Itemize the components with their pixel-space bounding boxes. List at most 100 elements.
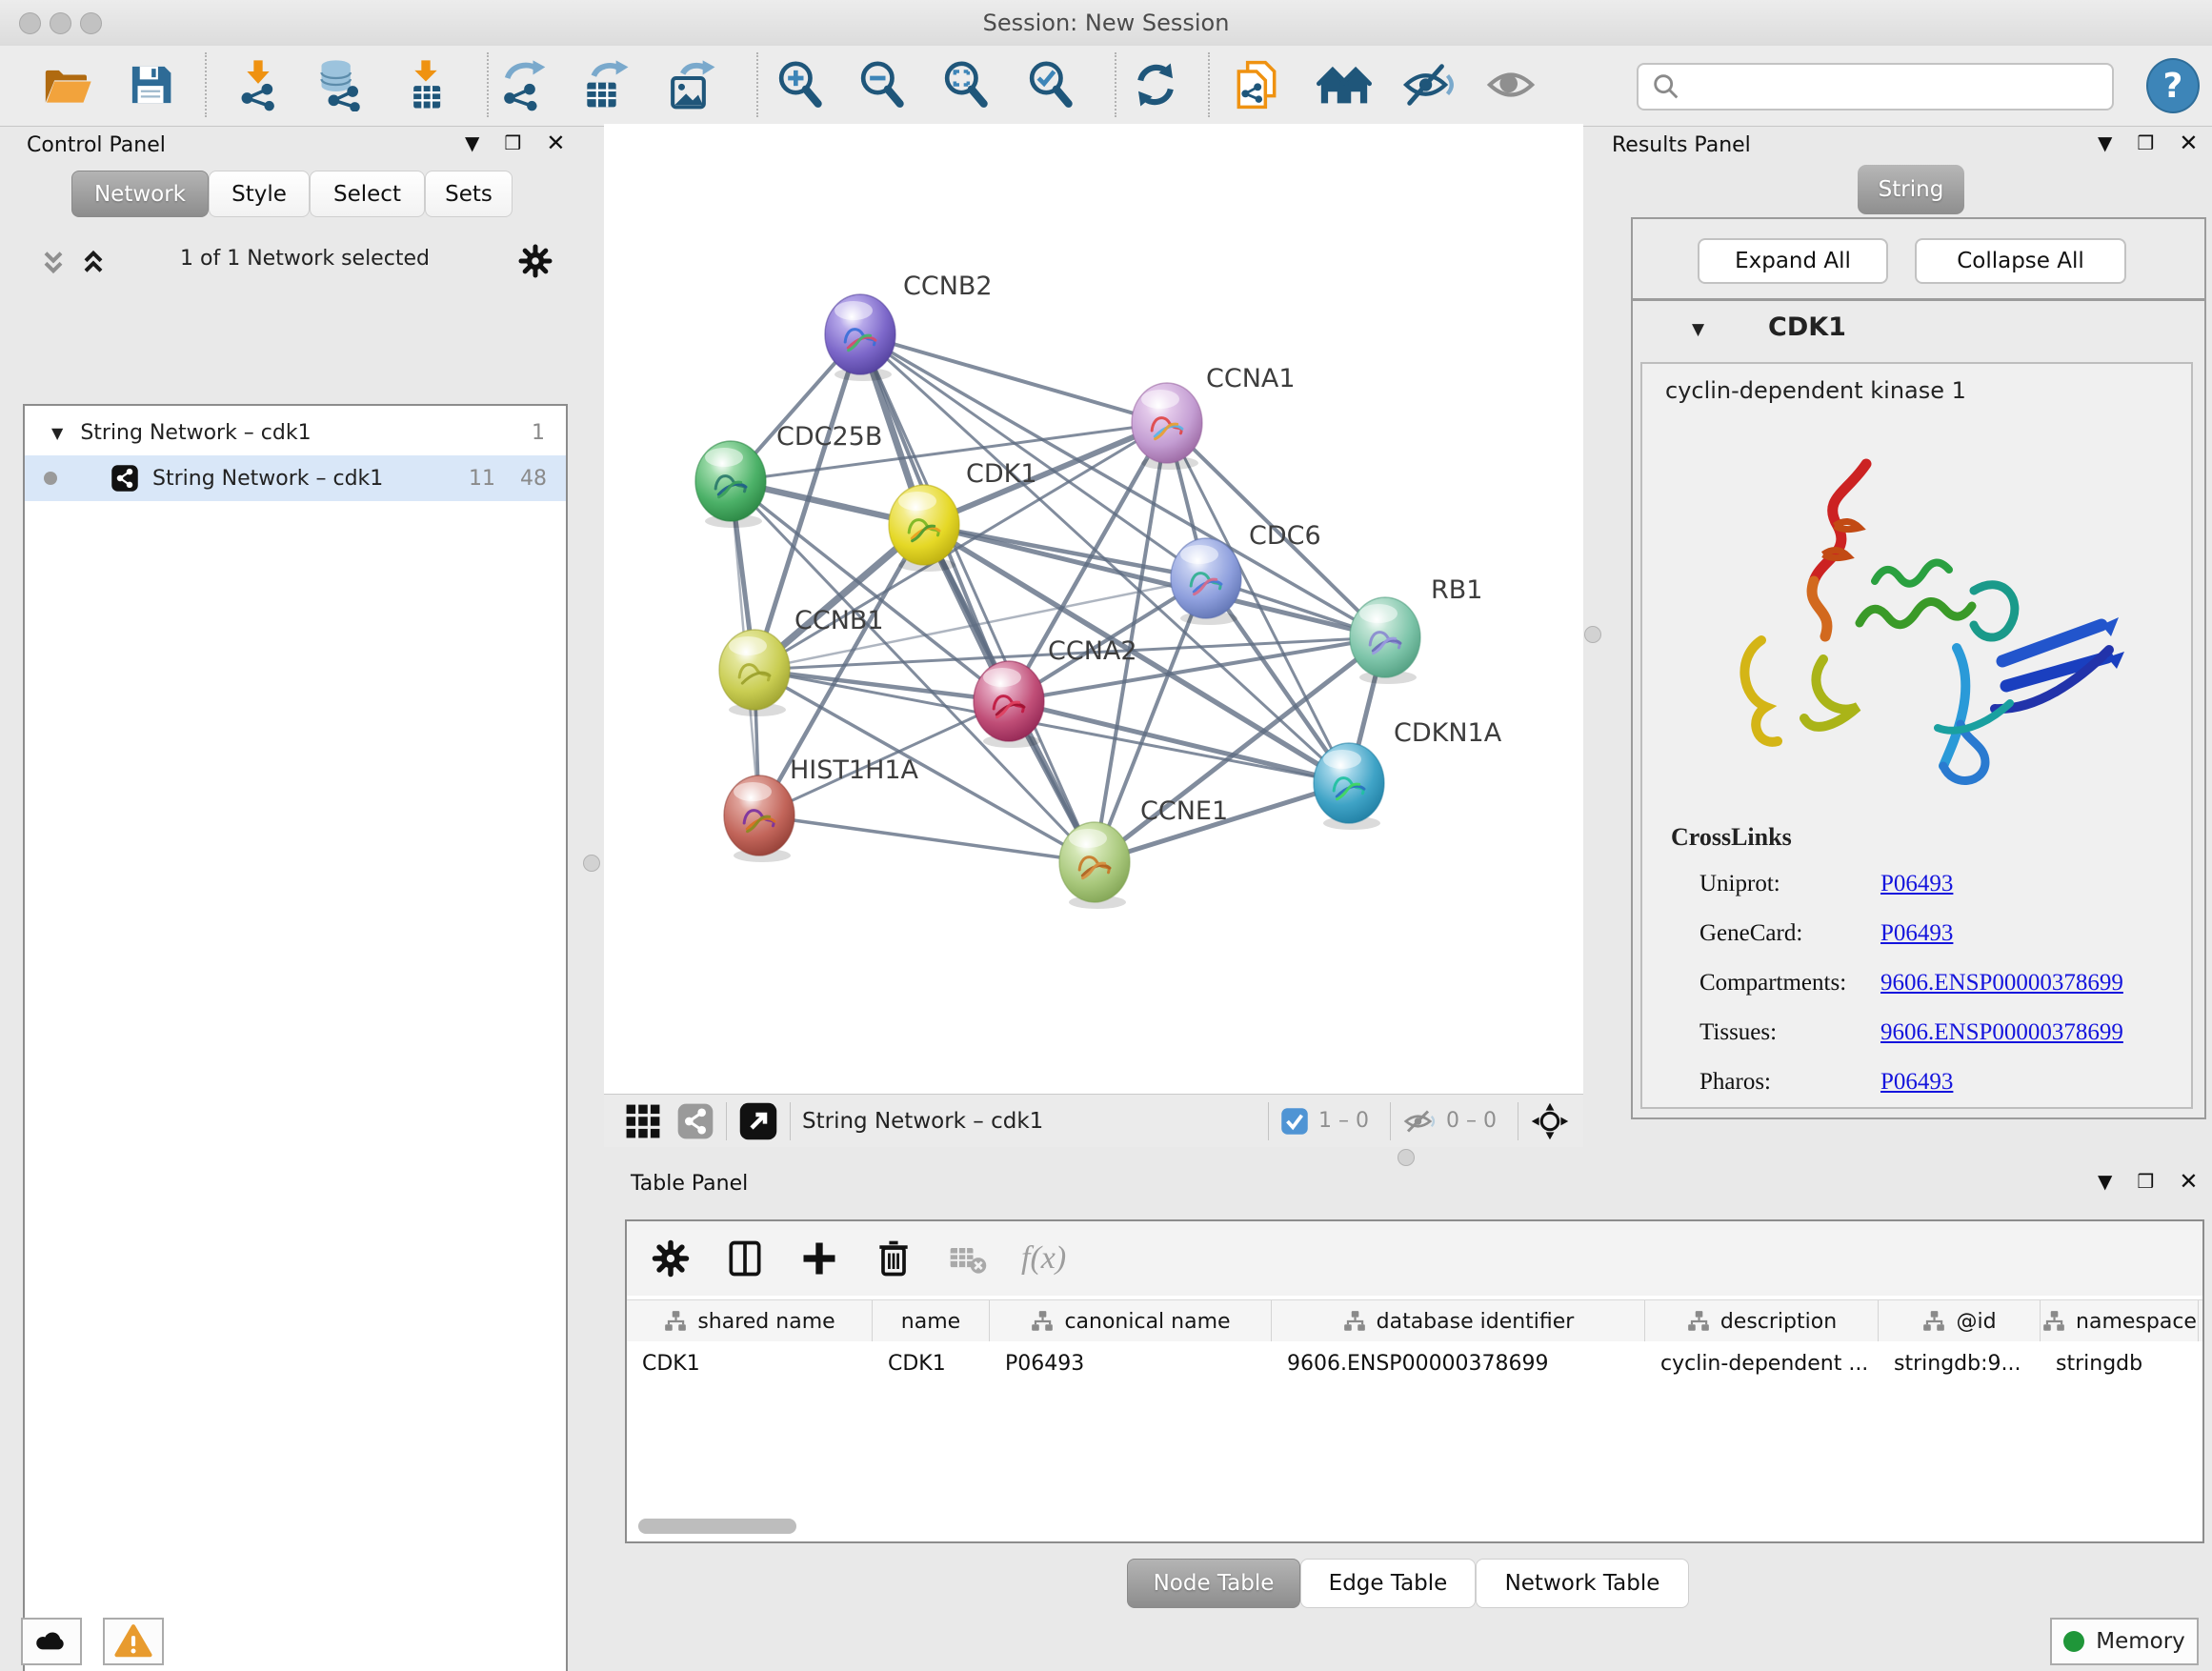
network-collection-row[interactable]: ▼ String Network – cdk1 1 [25,410,566,455]
string-app-icon[interactable] [676,1102,714,1140]
open-session-button[interactable] [35,53,98,116]
collection-expander-icon[interactable]: ▼ [51,424,63,442]
tab-edge-table[interactable]: Edge Table [1300,1559,1476,1608]
search-input[interactable] [1690,68,2112,106]
edge-CCNB1-CCNA2[interactable] [754,670,1009,701]
export-table-button[interactable] [573,53,636,116]
table-row[interactable]: CDK1CDK1P064939606.ENSP00000378699cyclin… [627,1341,2202,1385]
apply-layout-button[interactable] [1124,53,1187,116]
panel-close-icon[interactable]: ✕ [2179,133,2198,152]
tab-node-table[interactable]: Node Table [1127,1559,1300,1608]
hide-selected-button[interactable] [1397,53,1459,116]
copy-documents-icon [1230,58,1283,111]
cloud-status-button[interactable] [21,1618,82,1665]
panel-menu-icon[interactable]: ▼ [2098,1172,2112,1191]
column-label: @id [1956,1310,1996,1334]
zoom-fit-button[interactable] [935,53,997,116]
table-container: f(x) shared namenamecanonical namedataba… [625,1219,2204,1543]
column-header-shared-name[interactable]: shared name [627,1300,873,1342]
column-header--id[interactable]: @id [1879,1300,2041,1342]
column-header-database-identifier[interactable]: database identifier [1272,1300,1645,1342]
table-cell-database-identifier[interactable]: 9606.ENSP00000378699 [1272,1341,1645,1385]
zoom-in-button[interactable] [769,53,832,116]
import-network-button[interactable] [227,53,290,116]
edge-HIST1H1A-CCNE1[interactable] [759,815,1095,862]
tab-select[interactable]: Select [310,171,425,217]
crosslink-label-uniprot-: Uniprot: [1699,871,1880,897]
crosslink-value-tissues-[interactable]: 9606.ENSP00000378699 [1880,1019,2123,1046]
tab-network-table[interactable]: Network Table [1476,1559,1689,1608]
crosslink-value-compartments-[interactable]: 9606.ENSP00000378699 [1880,970,2123,997]
control-panel: Control Panel ▼ ❒ ✕ NetworkStyleSelectSe… [0,126,575,1593]
protein-structure-image [1671,421,2166,821]
fit-selected-crosshair-icon[interactable] [1530,1101,1570,1141]
protein-expander-icon[interactable]: ▼ [1692,320,1704,339]
panel-float-icon[interactable]: ❒ [2137,133,2154,152]
table-cell-description[interactable]: cyclin-dependent ... [1645,1341,1879,1385]
crosslink-value-genecard-[interactable]: P06493 [1880,920,1953,947]
crosslink-value-uniprot-[interactable]: P06493 [1880,871,1953,897]
crosslink-value-pharos-[interactable]: P06493 [1880,1069,1953,1096]
table-cell--id[interactable]: stringdb:9... [1879,1341,2041,1385]
grid-view-icon[interactable] [625,1103,661,1139]
help-button[interactable]: ? [2146,58,2200,113]
delete-column-icon[interactable] [873,1238,915,1279]
birdseye-view-icon[interactable] [738,1101,778,1141]
node-RB1[interactable]: RB1 [1350,575,1482,684]
node-CDKN1A[interactable]: CDKN1A [1314,718,1502,830]
tab-network[interactable]: Network [71,171,209,217]
import-network-from-database-button[interactable] [307,53,370,116]
panel-close-icon[interactable]: ✕ [546,133,565,152]
table-cell-canonical-name[interactable]: P06493 [990,1341,1272,1385]
network-canvas[interactable]: CCNB2CCNA1CDC25BCDK1CDC6RB1CCNB1CCNA2CDK… [604,124,1583,1094]
table-cell-namespace[interactable]: stringdb [2041,1341,2199,1385]
gear-icon[interactable] [650,1238,692,1279]
panel-close-icon[interactable]: ✕ [2179,1172,2198,1191]
panel-float-icon[interactable]: ❒ [504,133,521,152]
copy-network-button[interactable] [1225,53,1288,116]
import-table-button[interactable] [394,53,457,116]
edge-CCNB2-CCNA1[interactable] [860,334,1167,423]
add-column-icon[interactable] [798,1238,840,1279]
panel-float-icon[interactable]: ❒ [2137,1172,2154,1191]
table-cell-name[interactable]: CDK1 [873,1341,990,1385]
memory-button[interactable]: Memory [2050,1618,2199,1665]
network-options-button[interactable] [516,242,554,284]
warning-status-button[interactable] [103,1618,164,1665]
node-label-CDC25B: CDC25B [776,422,882,452]
collapse-all-tree-icon[interactable] [38,247,69,281]
panel-menu-icon[interactable]: ▼ [2098,133,2112,152]
node-CCNE1[interactable]: CCNE1 [1059,796,1228,909]
select-columns-icon[interactable] [724,1238,766,1279]
panel-menu-icon[interactable]: ▼ [465,133,479,152]
zoom-selected-button[interactable] [1019,53,1082,116]
selected-checkbox-icon[interactable] [1280,1107,1309,1136]
zoom-out-button[interactable] [851,53,914,116]
expand-all-button[interactable]: Expand All [1698,238,1888,284]
node-CCNA1[interactable]: CCNA1 [1132,364,1296,470]
column-header-canonical-name[interactable]: canonical name [990,1300,1272,1342]
column-header-name[interactable]: name [873,1300,990,1342]
tab-string[interactable]: String [1858,165,1964,214]
network-row[interactable]: String Network – cdk1 11 48 [25,455,566,501]
column-header-namespace[interactable]: namespace [2041,1300,2199,1342]
hidden-eye-slash-icon[interactable] [1402,1104,1437,1138]
bottom-splitter-handle[interactable] [1398,1149,1415,1166]
column-header-description[interactable]: description [1645,1300,1879,1342]
collapse-all-button[interactable]: Collapse All [1915,238,2126,284]
node-HIST1H1A[interactable]: HIST1H1A [724,755,919,862]
save-session-button[interactable] [119,53,182,116]
show-all-button[interactable] [1479,53,1542,116]
horizontal-scrollbar-thumb[interactable] [638,1519,796,1534]
tab-style[interactable]: Style [209,171,310,217]
network-overview-button[interactable] [1313,53,1376,116]
edge-CCNB2-RB1[interactable] [860,334,1385,637]
table-cell-shared-name[interactable]: CDK1 [627,1341,873,1385]
export-image-button[interactable] [660,53,723,116]
node-gloss [1069,829,1107,848]
expand-all-tree-icon[interactable] [78,247,109,281]
export-network-button[interactable] [492,53,554,116]
left-splitter-handle[interactable] [583,855,600,872]
tab-sets[interactable]: Sets [425,171,513,217]
crosslink-row: Compartments:9606.ENSP00000378699 [1699,958,2176,1008]
